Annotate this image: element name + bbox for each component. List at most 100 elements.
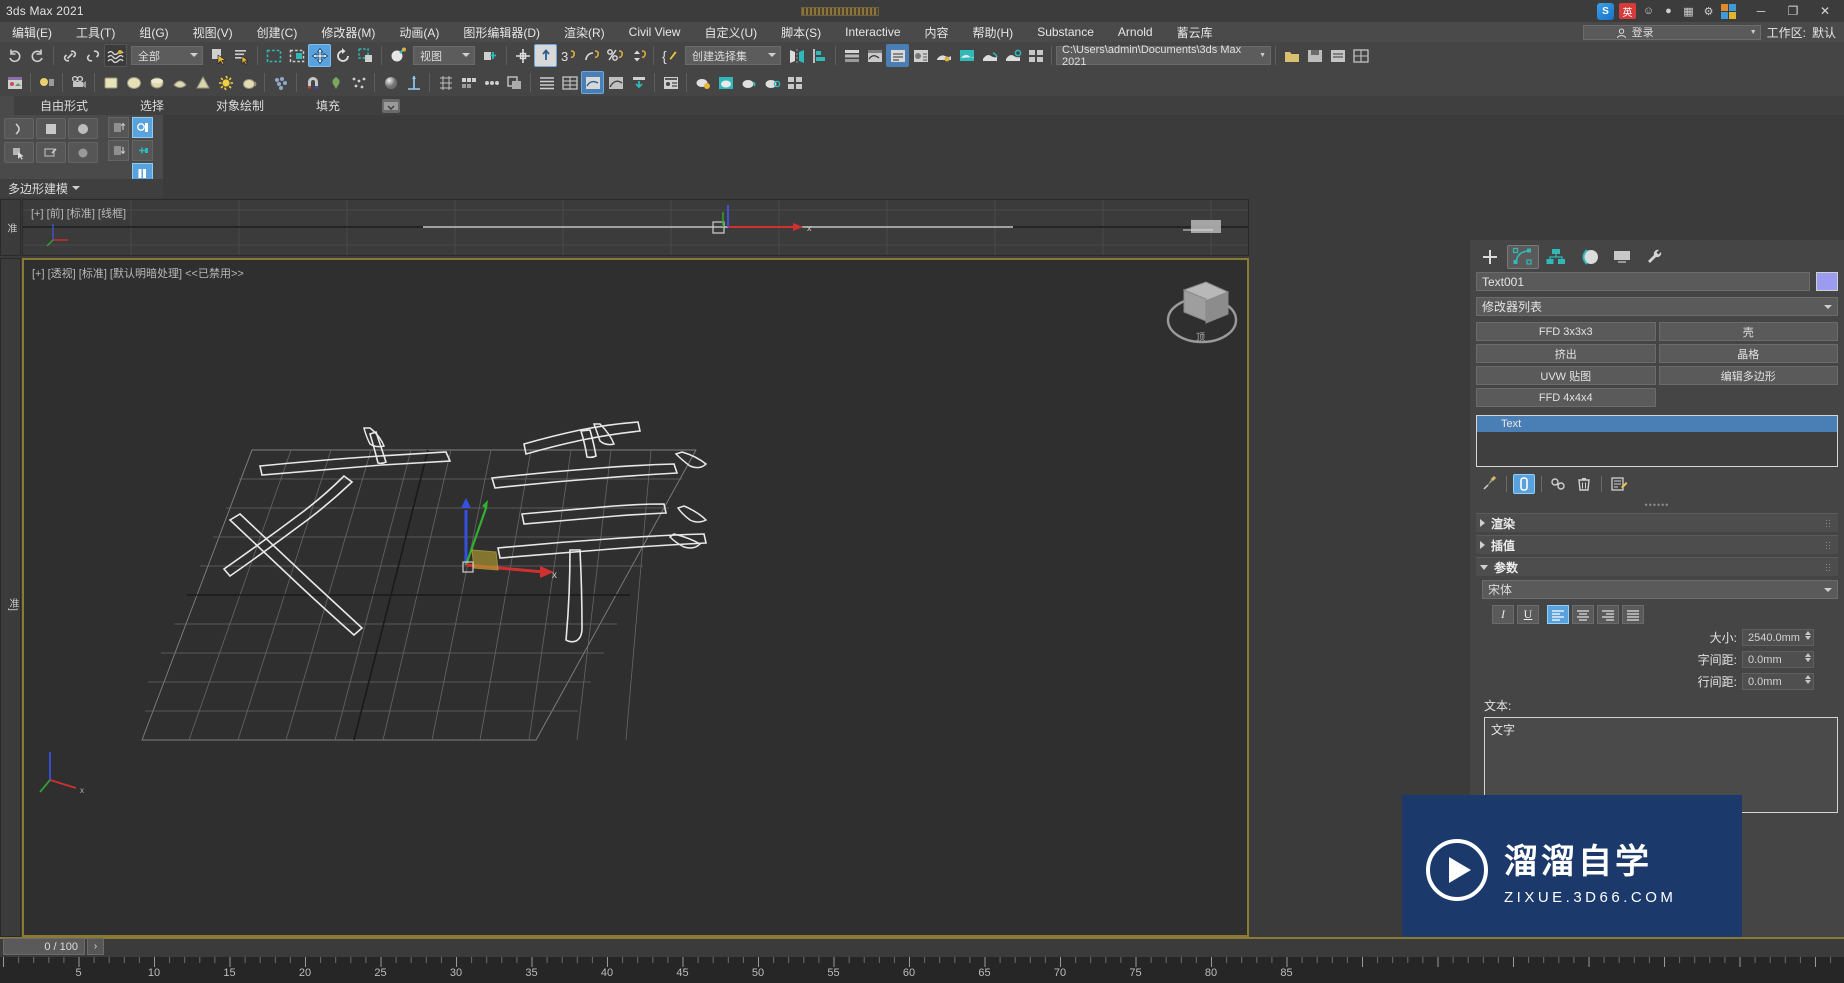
align-right-icon[interactable] — [1597, 605, 1619, 624]
clone-icon[interactable] — [503, 71, 526, 94]
select-and-manipulate-icon[interactable] — [511, 44, 534, 67]
snap-3-icon[interactable]: 3 — [557, 44, 580, 67]
teapot-cyan-icon[interactable] — [714, 71, 737, 94]
login-button[interactable]: 登录 ▼ — [1582, 24, 1761, 40]
menu-arnold[interactable]: Arnold — [1106, 22, 1165, 42]
spinner-arrows-icon[interactable] — [1805, 631, 1811, 640]
box-icon[interactable] — [99, 71, 122, 94]
menu-customize[interactable]: 自定义(U) — [692, 22, 769, 42]
array-icon[interactable] — [457, 71, 480, 94]
panel-drag-handle[interactable]: •••••• — [1470, 500, 1844, 510]
use-pivot-center-icon[interactable] — [479, 44, 502, 67]
angle-snap-icon[interactable] — [580, 44, 603, 67]
sunlight-icon[interactable] — [214, 71, 237, 94]
modifier-list-dropdown[interactable]: 修改器列表 — [1476, 297, 1838, 316]
ribbon-tab-object-paint[interactable]: 对象绘制 — [190, 96, 290, 115]
align-center-icon[interactable] — [1572, 605, 1594, 624]
menu-help[interactable]: 帮助(H) — [961, 22, 1026, 42]
time-slider-bar[interactable] — [0, 937, 1844, 950]
list-view-icon[interactable] — [535, 71, 558, 94]
mirror-icon[interactable] — [785, 44, 808, 67]
placement-icon[interactable] — [386, 44, 409, 67]
open-folder-icon[interactable] — [1280, 44, 1303, 67]
scene-explorer-icon[interactable] — [1326, 44, 1349, 67]
align-grid-icon[interactable] — [434, 71, 457, 94]
render-setup-icon[interactable] — [932, 44, 955, 67]
size-spinner[interactable]: 2540.0mm — [1742, 629, 1814, 646]
viewport-front[interactable]: [+] [前] [标准] [线框] x — [22, 199, 1249, 256]
torus-icon[interactable] — [168, 71, 191, 94]
sphere-icon[interactable] — [122, 71, 145, 94]
menu-edit[interactable]: 编辑(E) — [0, 22, 64, 42]
menu-group[interactable]: 组(G) — [127, 22, 180, 42]
ribbon-tab-selection[interactable]: 选择 — [114, 96, 190, 115]
named-selection-dropdown[interactable]: 创建选择集 — [685, 46, 781, 65]
quad-layout-icon[interactable] — [783, 71, 806, 94]
underline-button[interactable]: U — [1517, 605, 1539, 624]
minimize-button[interactable]: ─ — [1746, 1, 1776, 21]
menu-substance[interactable]: Substance — [1025, 22, 1106, 42]
motion-tab[interactable] — [1573, 245, 1605, 269]
magnet-icon[interactable] — [301, 71, 324, 94]
rollout-parameters[interactable]: 参数 — [1476, 557, 1838, 576]
menu-civil-view[interactable]: Civil View — [617, 22, 693, 42]
render-production-icon[interactable] — [978, 44, 1001, 67]
menu-rendering[interactable]: 渲染(R) — [552, 22, 617, 42]
undo-icon[interactable] — [3, 44, 26, 67]
select-object-icon[interactable] — [207, 44, 230, 67]
align-icon[interactable] — [808, 44, 831, 67]
modifier-stack[interactable]: Text — [1476, 415, 1838, 467]
cylinder-icon[interactable] — [145, 71, 168, 94]
next-frame-button[interactable]: › — [87, 938, 104, 955]
current-frame-field[interactable]: 0 / 100 — [3, 938, 85, 955]
select-and-move-icon[interactable] — [308, 44, 331, 67]
render-frame-window-icon[interactable] — [955, 44, 978, 67]
menu-scripting[interactable]: 脚本(S) — [769, 22, 833, 42]
foliage-icon[interactable] — [324, 71, 347, 94]
mic-icon[interactable]: ● — [1661, 4, 1676, 19]
smiley-icon[interactable]: ☺ — [1641, 4, 1656, 19]
viewport-tab-top[interactable]: 准 — [0, 199, 21, 256]
asset-tracking-icon[interactable] — [3, 71, 26, 94]
viewport-tab-main[interactable]: 准] — [0, 258, 21, 937]
workspace-value[interactable]: 默认 — [1812, 24, 1836, 41]
teapot-plain-icon[interactable] — [737, 71, 760, 94]
remove-modifier-icon[interactable] — [1573, 474, 1595, 494]
circle-icon[interactable] — [68, 142, 98, 163]
kerning-spinner[interactable]: 0.0mm — [1742, 651, 1814, 668]
ribbon-tab-populate[interactable]: 填充 — [290, 96, 366, 115]
close-button[interactable]: ✕ — [1810, 1, 1840, 21]
window-crossing-icon[interactable] — [285, 44, 308, 67]
ime-language-icon[interactable]: 英 — [1619, 3, 1636, 19]
configure-sets-icon[interactable] — [1608, 474, 1630, 494]
square-shape-icon[interactable] — [36, 118, 66, 139]
view-cube[interactable]: 顶 — [1166, 281, 1238, 344]
layer-explorer-icon[interactable] — [840, 44, 863, 67]
menu-cloud-library[interactable]: 蓄云库 — [1165, 22, 1225, 42]
toolbox-icon[interactable]: ⚙ — [1701, 4, 1716, 19]
move-gizmo-icon[interactable] — [402, 71, 425, 94]
curve-icon[interactable] — [604, 71, 627, 94]
modify-tab[interactable] — [1507, 245, 1539, 269]
cursor-select-icon[interactable] — [4, 142, 34, 163]
push-down-icon[interactable] — [108, 140, 129, 161]
chevron-down-icon[interactable] — [72, 186, 81, 190]
timeline-ruler[interactable]: 5 10 15 20 25 30 35 40 45 50 55 60 65 70 75 80 85 — [0, 957, 1844, 983]
schematic-view-icon[interactable] — [886, 44, 909, 67]
modifier-button-extrude[interactable]: 挤出 — [1476, 344, 1656, 363]
chevron-down-icon[interactable]: ▼ — [1750, 29, 1757, 36]
menu-tools[interactable]: 工具(T) — [64, 22, 127, 42]
apps-grid-icon[interactable] — [1721, 3, 1736, 19]
modifier-stack-item-text[interactable]: Text — [1477, 416, 1837, 432]
sphere-shape-icon[interactable] — [68, 118, 98, 139]
teapot-icon[interactable] — [237, 71, 260, 94]
push-up-icon[interactable] — [108, 117, 129, 138]
camera-icon[interactable] — [67, 71, 90, 94]
menu-modifiers[interactable]: 修改器(M) — [309, 22, 387, 42]
sogou-logo-icon[interactable]: S — [1597, 2, 1614, 20]
viewport-perspective-label[interactable]: [+] [透视] [标准] [默认明暗处理] <<已禁用>> — [32, 265, 244, 281]
modifier-button-lattice[interactable]: 晶格 — [1658, 344, 1838, 363]
table-view-icon[interactable] — [558, 71, 581, 94]
pin-stack-icon[interactable] — [1478, 474, 1500, 494]
chevron-down-icon[interactable]: ▼ — [1259, 52, 1266, 59]
